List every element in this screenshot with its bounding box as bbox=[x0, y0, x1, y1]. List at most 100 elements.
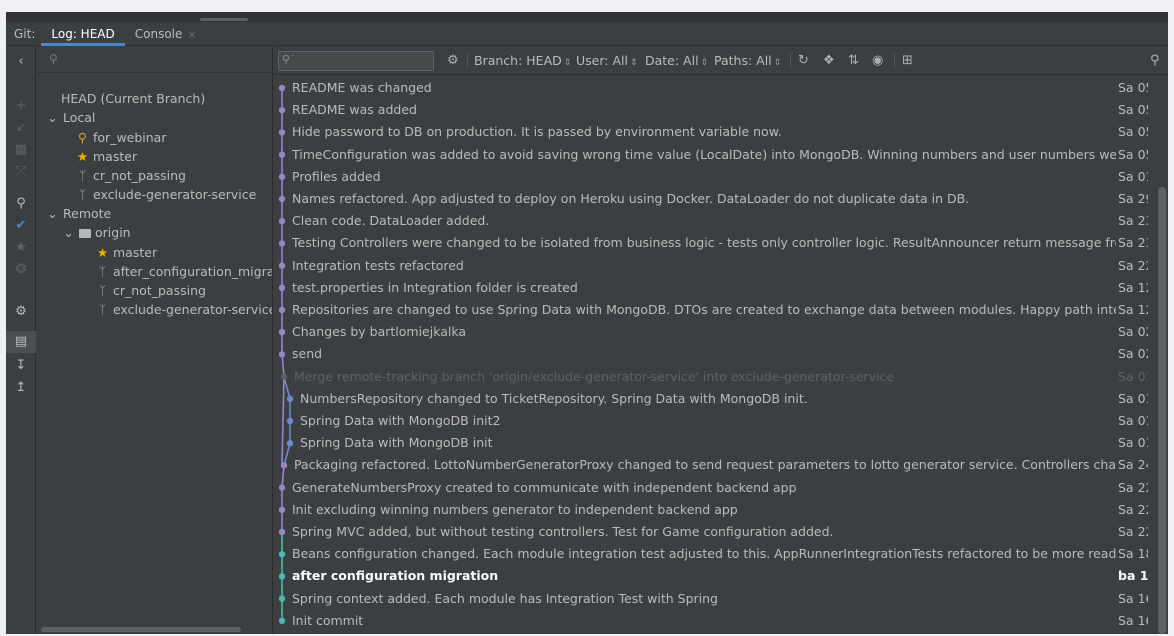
search-icon[interactable]: ⚲ bbox=[1150, 51, 1160, 71]
chevron-left-icon[interactable]: ‹ bbox=[6, 51, 36, 73]
chevron-down-icon[interactable]: ⌄ bbox=[45, 108, 60, 127]
search-icon: ⚲˙ bbox=[282, 53, 296, 66]
commit-row[interactable]: Spring Data with MongoDB init2 Sa 01 bbox=[274, 410, 1168, 432]
view-options-icon[interactable]: ◉ bbox=[872, 51, 883, 71]
branch-local-item[interactable]: ᛉ cr_not_passing bbox=[75, 166, 186, 185]
expand-all-icon[interactable]: ↧ bbox=[6, 355, 36, 377]
chevron-down-icon[interactable]: ⌄ bbox=[61, 223, 76, 242]
commit-message: Repositories are changed to use Spring D… bbox=[292, 302, 1116, 317]
search-icon[interactable]: ⚲ bbox=[6, 193, 36, 215]
dropdown-arrow-icon: ⇕ bbox=[700, 58, 709, 68]
commit-row[interactable]: Testing Controllers were changed to be i… bbox=[274, 232, 1168, 254]
sort-icon[interactable]: ⇅ bbox=[848, 51, 859, 71]
branch-head-label: HEAD (Current Branch) bbox=[61, 91, 206, 106]
commit-message: Spring Data with MongoDB init bbox=[300, 435, 493, 451]
commit-row[interactable]: Changes by bartlomiejkalka Sa 02 bbox=[274, 321, 1168, 343]
log-scrollbar[interactable] bbox=[1158, 187, 1166, 634]
commit-row[interactable]: Clean code. DataLoader added. Sa 23 bbox=[274, 210, 1168, 232]
group-by-directory-icon[interactable]: ▤ bbox=[6, 331, 36, 353]
commit-row[interactable]: Profiles added Sa 01 bbox=[274, 166, 1168, 188]
branches-scrollbar[interactable] bbox=[41, 627, 241, 632]
commit-row[interactable]: Spring MVC added, but without testing co… bbox=[274, 521, 1168, 543]
open-in-new-tab-icon[interactable]: ⊞ bbox=[902, 51, 913, 71]
commit-message: NumbersRepository changed to TicketRepos… bbox=[300, 390, 808, 406]
origin-group[interactable]: ⌄ origin bbox=[61, 223, 130, 242]
branch-search[interactable]: ⚲ bbox=[37, 47, 272, 73]
commit-row[interactable]: GenerateNumbersProxy created to communic… bbox=[274, 477, 1168, 499]
branch-head[interactable]: HEAD (Current Branch) bbox=[61, 89, 205, 108]
checkout-icon[interactable]: ↙ bbox=[6, 117, 36, 139]
user-filter[interactable]: User: All ⇕ bbox=[576, 51, 638, 71]
log-search-input[interactable] bbox=[297, 52, 431, 70]
commit-author: Sa 02 bbox=[1118, 346, 1148, 362]
cherry-pick-icon[interactable]: ❖ bbox=[823, 51, 835, 71]
commit-author: Sa 22 bbox=[1118, 524, 1148, 539]
branch-remote-item[interactable]: ᛉ after_configuration_migra bbox=[95, 262, 273, 281]
commit-author: Sa 05 bbox=[1118, 102, 1148, 118]
branch-label: after_configuration_migra bbox=[113, 264, 273, 279]
remote-group[interactable]: ⌄ Remote bbox=[45, 204, 111, 223]
commit-row[interactable]: Init commit Sa 16 bbox=[274, 610, 1168, 632]
commit-row[interactable]: test.properties in Integration folder is… bbox=[274, 277, 1168, 299]
filter-settings-icon[interactable]: ⚙ bbox=[447, 51, 459, 71]
search-icon: ⚲ bbox=[49, 52, 58, 66]
tab-log-head-label: Log: HEAD bbox=[51, 26, 115, 41]
commit-row[interactable]: Spring context added. Each module has In… bbox=[274, 588, 1168, 610]
commit-row[interactable]: NumbersRepository changed to TicketRepos… bbox=[274, 388, 1168, 410]
commit-row[interactable]: Merge remote-tracking branch 'origin/exc… bbox=[274, 366, 1168, 388]
commit-row[interactable]: send Sa 02 bbox=[274, 343, 1168, 365]
commit-message: Clean code. DataLoader added. bbox=[292, 213, 490, 229]
commit-row[interactable]: Beans configuration changed. Each module… bbox=[274, 543, 1168, 565]
commit-row[interactable]: README was added Sa 05 bbox=[274, 99, 1168, 121]
favorite-icon[interactable]: ★ bbox=[6, 237, 36, 259]
commit-message: README was added bbox=[292, 102, 417, 118]
commit-row[interactable]: Integration tests refactored Sa 22 bbox=[274, 255, 1168, 277]
commit-row[interactable]: TimeConfiguration was added to avoid sav… bbox=[274, 144, 1168, 166]
tab-log-head[interactable]: Log: HEAD bbox=[41, 22, 126, 46]
branch-filter-label: Branch: HEAD bbox=[474, 53, 562, 68]
log-search-box[interactable]: ⚲˙ bbox=[278, 51, 434, 71]
refresh-icon[interactable]: ↻ bbox=[798, 51, 809, 71]
branch-local-item[interactable]: ★ master bbox=[75, 147, 137, 166]
commit-author: Sa 01 bbox=[1118, 368, 1148, 384]
chevron-down-icon[interactable]: ⌄ bbox=[45, 204, 60, 223]
collapse-all-icon[interactable]: ↥ bbox=[6, 377, 36, 399]
branch-remote-item[interactable]: ᛉ cr_not_passing bbox=[95, 281, 206, 300]
branch-filter[interactable]: Branch: HEAD ⇕ bbox=[474, 51, 571, 71]
merge-icon[interactable]: ⤲ bbox=[6, 161, 36, 183]
commit-author: Sa 24 bbox=[1118, 457, 1148, 473]
toolbar-separator bbox=[790, 54, 791, 68]
delete-icon[interactable]: ▩ bbox=[6, 139, 36, 161]
branch-local-item[interactable]: ⚲ for_webinar bbox=[75, 128, 167, 147]
commit-row[interactable]: Repositories are changed to use Spring D… bbox=[274, 299, 1168, 321]
fetch-icon[interactable]: ✔ bbox=[6, 215, 36, 237]
dropdown-arrow-icon: ⇕ bbox=[773, 58, 782, 68]
commit-row[interactable]: Packaging refactored. LottoNumberGenerat… bbox=[274, 454, 1168, 476]
folder-icon bbox=[79, 229, 91, 238]
paths-filter[interactable]: Paths: All ⇕ bbox=[714, 51, 781, 71]
branch-label: exclude-generator-service bbox=[113, 302, 273, 317]
close-icon[interactable]: × bbox=[187, 28, 196, 41]
commit-row[interactable]: README was changed Sa 05 bbox=[274, 77, 1168, 99]
commit-message: Spring context added. Each module has In… bbox=[292, 590, 718, 606]
add-icon[interactable]: + bbox=[6, 95, 36, 117]
commit-message: send bbox=[292, 346, 323, 362]
branch-remote-item[interactable]: ᛉ exclude-generator-service bbox=[95, 300, 273, 319]
commit-row[interactable]: Init excluding winning numbers generator… bbox=[274, 499, 1168, 521]
github-icon[interactable]: ❂ bbox=[6, 259, 36, 281]
top-strip bbox=[6, 12, 1168, 22]
branch-remote-item[interactable]: ★ master bbox=[95, 243, 157, 262]
local-group[interactable]: ⌄ Local bbox=[45, 108, 95, 127]
star-icon: ★ bbox=[76, 149, 89, 164]
settings-icon[interactable]: ⚙ bbox=[6, 301, 36, 323]
date-filter-label: Date: All bbox=[645, 53, 699, 68]
branch-icon: ᛉ bbox=[98, 302, 107, 317]
commit-row[interactable]: Spring Data with MongoDB init Sa 01 bbox=[274, 432, 1168, 454]
date-filter[interactable]: Date: All ⇕ bbox=[645, 51, 708, 71]
commit-message: after configuration migration bbox=[292, 568, 499, 584]
tab-console[interactable]: Console × bbox=[125, 22, 207, 46]
commit-row[interactable]: Hide password to DB on production. It is… bbox=[274, 121, 1168, 143]
branch-local-item[interactable]: ᛉ exclude-generator-service bbox=[75, 185, 257, 204]
commit-row[interactable]: after configuration migration ba 16 bbox=[274, 565, 1168, 587]
commit-row[interactable]: Names refactored. App adjusted to deploy… bbox=[274, 188, 1168, 210]
